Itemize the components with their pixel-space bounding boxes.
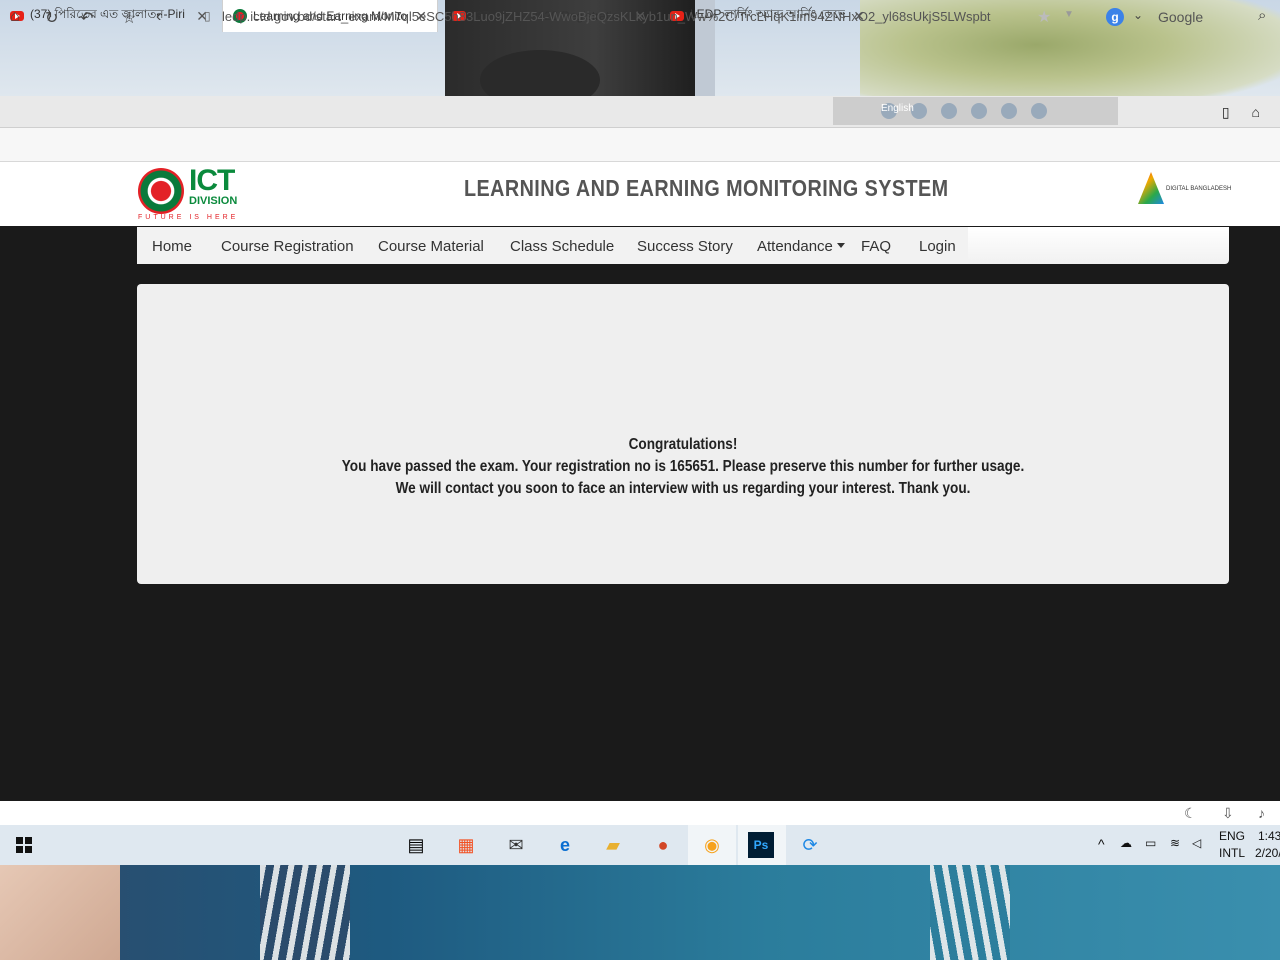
clock-date[interactable]: 2/20/ bbox=[1255, 846, 1280, 860]
windows-taskbar bbox=[0, 825, 1280, 865]
star-icon[interactable]: ★ bbox=[1037, 7, 1051, 27]
nav-home[interactable]: Home bbox=[152, 238, 192, 255]
address-bar bbox=[0, 128, 1280, 162]
settings-icon[interactable] bbox=[941, 103, 957, 119]
speaker-icon[interactable]: ◁ bbox=[1192, 836, 1201, 850]
edge-icon[interactable]: e bbox=[552, 832, 578, 858]
search-icon[interactable]: ⌕ bbox=[1258, 7, 1266, 24]
reload-icon[interactable]: ↻ bbox=[45, 8, 58, 28]
search-input[interactable]: Google bbox=[1158, 9, 1203, 25]
back-icon[interactable]: ‹ bbox=[156, 8, 161, 26]
ime-toolbar[interactable] bbox=[833, 97, 1118, 125]
chevron-down-icon[interactable]: ⌄ bbox=[1133, 8, 1143, 22]
nav-attendance-dropdown[interactable]: Attendance bbox=[757, 238, 845, 255]
download-icon[interactable]: ⇩ bbox=[1222, 805, 1234, 822]
search-engine-icon[interactable]: g bbox=[1106, 8, 1124, 26]
file-explorer-icon[interactable]: ▰ bbox=[600, 832, 626, 858]
powerpoint-icon[interactable]: ● bbox=[650, 832, 676, 858]
tray-chevron-up-icon[interactable]: ^ bbox=[1098, 836, 1105, 852]
windows-start-icon[interactable] bbox=[16, 837, 32, 853]
store-icon[interactable]: ▦ bbox=[453, 832, 479, 858]
contact-message: We will contact you soon to face an inte… bbox=[395, 480, 971, 497]
digital-bangladesh-title: DIGITAL BANGLADESH bbox=[1166, 186, 1232, 192]
govt-emblem-icon[interactable] bbox=[138, 168, 184, 214]
url-field[interactable]: ledp.ictd.gov.bd/start_exam/M7ql5eSC5h83… bbox=[222, 9, 1027, 24]
nav-attendance-label: Attendance bbox=[757, 238, 833, 255]
bookmark-icon[interactable]: ☆ bbox=[122, 8, 136, 28]
info-icon[interactable] bbox=[1031, 103, 1047, 119]
desktop-photo-bottom bbox=[0, 865, 1280, 960]
photoshop-icon[interactable]: Ps bbox=[748, 832, 774, 858]
keyboard-layout[interactable]: INTL bbox=[1219, 846, 1245, 860]
chevron-down-icon[interactable]: ▼ bbox=[1064, 9, 1074, 20]
clock-time[interactable]: 1:43 bbox=[1258, 829, 1280, 843]
registration-message: You have passed the exam. Your registrat… bbox=[341, 458, 1025, 475]
nav-class-schedule[interactable]: Class Schedule bbox=[510, 238, 614, 255]
undo-icon[interactable]: ↶ bbox=[80, 8, 93, 28]
onedrive-icon[interactable]: ☁ bbox=[1120, 836, 1132, 850]
home-icon[interactable]: ⌂ bbox=[10, 8, 20, 26]
nav-course-material[interactable]: Course Material bbox=[378, 238, 484, 255]
language-code[interactable]: ENG bbox=[1219, 829, 1245, 843]
battery-icon[interactable]: ▭ bbox=[1145, 836, 1156, 850]
mail-icon[interactable]: ✉ bbox=[503, 832, 529, 858]
congrats-heading: Congratulations! bbox=[628, 436, 738, 453]
nav-login[interactable]: Login bbox=[919, 238, 956, 255]
tab-youtube-1[interactable]: (37) পিরিতের এত জ্বালাতন-Piri ✕ bbox=[0, 0, 218, 32]
uc-browser-icon[interactable]: ◉ bbox=[699, 832, 725, 858]
ime-language-label[interactable]: English bbox=[881, 103, 914, 114]
task-view-icon[interactable]: ▤ bbox=[403, 832, 429, 858]
extensions-icon[interactable]: ⌂ bbox=[1252, 104, 1260, 121]
nav-course-registration[interactable]: Course Registration bbox=[221, 238, 354, 255]
sync-app-icon[interactable]: ⟳ bbox=[797, 832, 823, 858]
ict-logo-text[interactable]: ICT bbox=[189, 164, 235, 198]
page-title: LEARNING AND EARNING MONITORING SYSTEM bbox=[464, 175, 949, 201]
browser-status-bar bbox=[0, 801, 1280, 825]
ict-logo-tagline: FUTURE IS HERE bbox=[138, 214, 239, 221]
page-icon: ▯ bbox=[204, 9, 211, 23]
volume-icon[interactable]: ♪ bbox=[1258, 805, 1265, 821]
tab-list-icon[interactable]: ▯ bbox=[1222, 104, 1230, 121]
nav-success-story[interactable]: Success Story bbox=[637, 238, 733, 255]
exam-result-panel: Congratulations! You have passed the exa… bbox=[137, 284, 1229, 584]
nav-faq[interactable]: FAQ bbox=[861, 238, 891, 255]
ie-icon[interactable] bbox=[971, 103, 987, 119]
caret-down-icon bbox=[836, 243, 845, 248]
ict-logo-division: DIVISION bbox=[189, 195, 238, 207]
help-icon[interactable] bbox=[1001, 103, 1017, 119]
night-mode-icon[interactable]: ☾ bbox=[1184, 805, 1197, 822]
wifi-icon[interactable]: ≋ bbox=[1170, 836, 1180, 850]
